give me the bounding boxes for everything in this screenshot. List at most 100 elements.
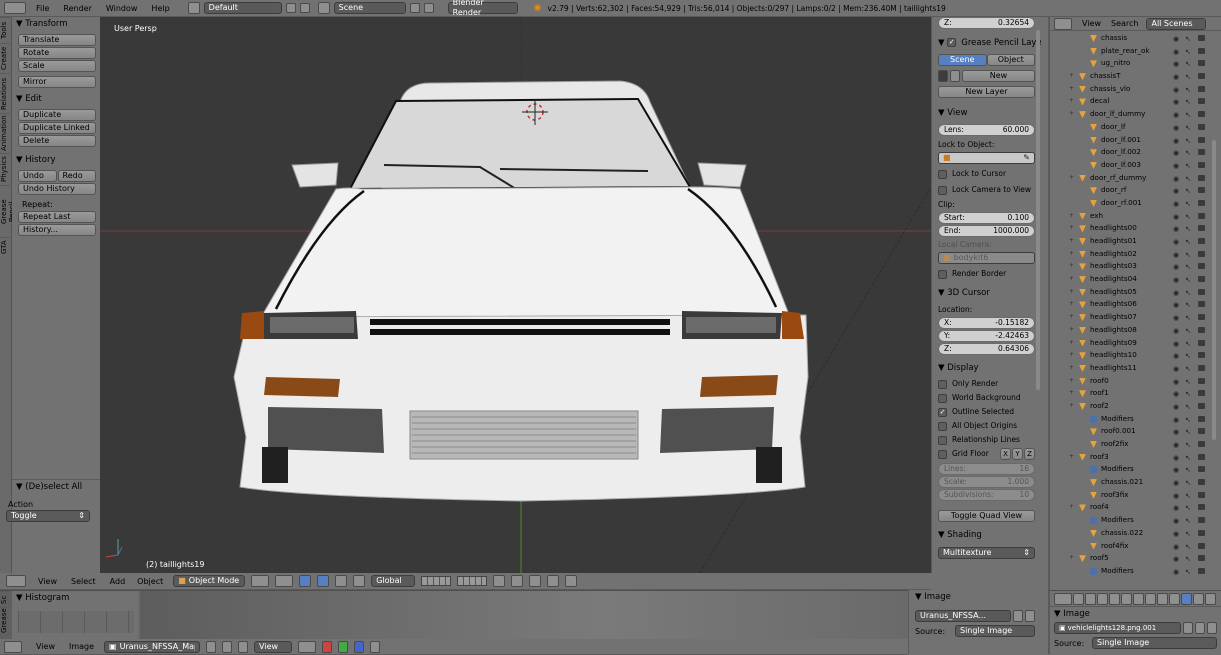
expand-icon[interactable]: + xyxy=(1069,451,1074,464)
cursor-z-field[interactable]: Z: 0.64306 xyxy=(938,343,1035,355)
menu-view[interactable]: View xyxy=(38,577,57,586)
history-header[interactable]: ▼ History xyxy=(12,153,100,167)
new-button[interactable]: New xyxy=(962,70,1035,82)
outliner-row[interactable]: + headlights01 ◉ ↖ xyxy=(1050,235,1221,248)
layers-tab-icon[interactable] xyxy=(1085,592,1096,605)
outliner-row[interactable]: roof0.001 ◉ ↖ xyxy=(1050,425,1221,438)
render-preview-icon[interactable] xyxy=(547,575,560,587)
expand-icon[interactable]: + xyxy=(1069,298,1074,311)
outliner-row[interactable]: + chassisT ◉ ↖ xyxy=(1050,70,1221,83)
view-header[interactable]: ▼ View xyxy=(938,106,1035,120)
render-camera-icon[interactable] xyxy=(1198,35,1205,41)
expand-icon[interactable]: + xyxy=(1069,83,1074,96)
expand-icon[interactable]: + xyxy=(1069,210,1074,223)
outliner-row[interactable]: door_lf.003 ◉ ↖ xyxy=(1050,159,1221,172)
only-render-option[interactable]: Only Render xyxy=(938,377,1035,391)
channel-g-icon[interactable] xyxy=(338,640,349,653)
render-camera-icon[interactable] xyxy=(1198,212,1205,219)
tab-animation[interactable]: Animation xyxy=(0,113,10,153)
axis-z-toggle[interactable]: Z xyxy=(1024,448,1035,460)
outliner-row[interactable]: + headlights00 ◉ ↖ xyxy=(1050,222,1221,235)
render-camera-icon[interactable] xyxy=(1198,555,1205,562)
outliner-row[interactable]: + headlights03 ◉ ↖ xyxy=(1050,260,1221,273)
open-folder-icon[interactable] xyxy=(1025,610,1035,622)
render-camera-icon[interactable] xyxy=(1198,466,1205,473)
outliner-row[interactable]: + roof3 ◉ ↖ xyxy=(1050,451,1221,464)
repeat-last-button[interactable]: Repeat Last xyxy=(18,211,96,223)
shading-select[interactable]: Multitexture ⇕ xyxy=(938,547,1035,559)
render-camera-icon[interactable] xyxy=(1198,263,1205,270)
proportional-icon[interactable] xyxy=(511,575,524,587)
outliner-row[interactable]: chassis ◉ ↖ xyxy=(1050,32,1221,45)
translate-button[interactable]: Translate xyxy=(18,34,96,46)
layers2-icon[interactable] xyxy=(457,576,488,586)
layers-icon[interactable] xyxy=(421,576,452,586)
outliner-row[interactable]: door_lf.001 ◉ ↖ xyxy=(1050,134,1221,147)
render-border-checkbox[interactable] xyxy=(938,269,947,279)
render-camera-icon[interactable] xyxy=(1198,339,1205,346)
image-menu-view[interactable]: View xyxy=(36,642,55,651)
menu-help[interactable]: Help xyxy=(151,4,169,13)
render-engine-select[interactable]: Blender Render xyxy=(447,0,518,17)
tab-tools[interactable]: Tools xyxy=(0,17,10,43)
cursor-y-field[interactable]: Y: -2.42463 xyxy=(938,330,1035,342)
grid-subdivisions-field[interactable]: Subdivisions: 10 xyxy=(938,489,1035,501)
render-camera-icon[interactable] xyxy=(1198,314,1205,321)
histogram-header[interactable]: ▼ Histogram xyxy=(12,591,138,605)
history-button[interactable]: History... xyxy=(18,224,96,236)
expand-icon[interactable]: + xyxy=(1069,552,1074,565)
duplicate-linked-button[interactable]: Duplicate Linked xyxy=(18,122,96,134)
relationship-lines-checkbox[interactable] xyxy=(938,435,947,445)
outline-selected-option[interactable]: ✓ Outline Selected xyxy=(938,405,1035,419)
view-mode-select[interactable]: View xyxy=(254,640,293,653)
outliner-row[interactable]: + headlights02 ◉ ↖ xyxy=(1050,248,1221,261)
outliner-row[interactable]: door_rf ◉ ↖ xyxy=(1050,184,1221,197)
layout-add-icon[interactable] xyxy=(285,3,296,13)
render-border-option[interactable]: Render Border xyxy=(938,267,1035,281)
scene-tab[interactable]: Scene xyxy=(938,54,987,66)
render-camera-icon[interactable] xyxy=(1198,567,1205,574)
render-camera-icon[interactable] xyxy=(1198,111,1205,118)
render-camera-icon[interactable] xyxy=(1198,288,1205,295)
expand-icon[interactable]: + xyxy=(1069,95,1074,108)
outliner-row[interactable]: Modifiers ◉ ↖ xyxy=(1050,565,1221,578)
menu-add[interactable]: Add xyxy=(110,577,126,586)
pivot-icon[interactable] xyxy=(298,640,317,653)
outliner-row[interactable]: door_lf.002 ◉ ↖ xyxy=(1050,146,1221,159)
rotate-button[interactable]: Rotate xyxy=(18,47,96,59)
lock-object-field[interactable]: ■ ✎ xyxy=(938,152,1035,164)
constraints-tab-icon[interactable] xyxy=(1133,592,1144,605)
outliner-row[interactable]: door_rf.001 ◉ ↖ xyxy=(1050,197,1221,210)
outliner-row[interactable]: + decal ◉ ↖ xyxy=(1050,95,1221,108)
outliner-row[interactable]: + roof4 ◉ ↖ xyxy=(1050,501,1221,514)
grease-pencil-header[interactable]: ▼ ✓ Grease Pencil Layers xyxy=(938,36,1041,50)
tab-physics[interactable]: Physics xyxy=(0,153,10,185)
layout-close-icon[interactable] xyxy=(299,3,310,13)
properties-scrollbar[interactable] xyxy=(1036,30,1040,390)
object-tab-icon[interactable] xyxy=(1121,592,1132,605)
scene-icon[interactable] xyxy=(317,2,330,14)
expand-icon[interactable]: + xyxy=(1069,387,1074,400)
render-camera-icon[interactable] xyxy=(1198,301,1205,308)
mirror-button[interactable]: Mirror xyxy=(18,76,96,88)
outliner-row[interactable]: + roof5 ◉ ↖ xyxy=(1050,552,1221,565)
tab-scopes[interactable]: Sc xyxy=(0,591,10,607)
operator-header[interactable]: ▼ (De)select All xyxy=(12,480,100,494)
outline-selected-checkbox[interactable]: ✓ xyxy=(938,407,947,417)
lens-field[interactable]: Lens: 60.000 xyxy=(938,124,1035,136)
undo-history-button[interactable]: Undo History xyxy=(18,183,96,195)
only-render-checkbox[interactable] xyxy=(938,379,947,389)
particles-tab-icon[interactable] xyxy=(1193,592,1204,605)
image-header-right[interactable]: ▼ Image xyxy=(1050,607,1221,621)
clip-start-field[interactable]: Start: 0.100 xyxy=(938,212,1035,224)
source-select[interactable]: Single Image xyxy=(955,625,1035,637)
render-camera-icon[interactable] xyxy=(1198,377,1205,384)
render-camera-icon[interactable] xyxy=(1198,123,1205,130)
outliner-row[interactable]: roof3fix ◉ ↖ xyxy=(1050,489,1221,502)
tab-relations[interactable]: Relations xyxy=(0,73,10,113)
axis-x-toggle[interactable]: X xyxy=(1000,448,1011,460)
lock-cursor-checkbox[interactable] xyxy=(938,169,947,179)
grease-pencil-checkbox[interactable]: ✓ xyxy=(947,38,957,47)
expand-icon[interactable]: + xyxy=(1069,362,1074,375)
relationship-lines-option[interactable]: Relationship Lines xyxy=(938,433,1035,447)
